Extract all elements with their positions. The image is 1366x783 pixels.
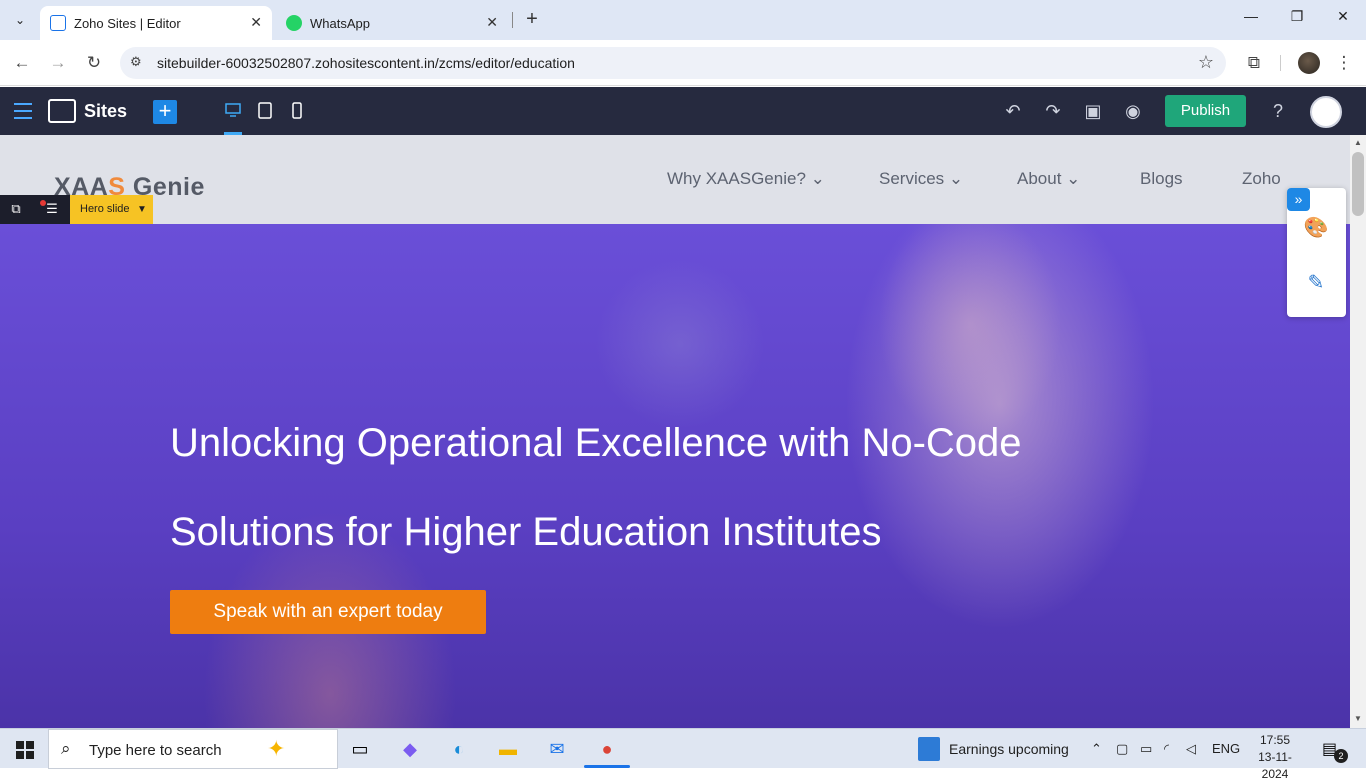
more-menu-icon[interactable]: ⋮ (1332, 51, 1356, 75)
profile-avatar[interactable] (1298, 52, 1320, 74)
language-indicator[interactable]: ENG (1212, 741, 1240, 756)
speak-with-expert-button[interactable]: Speak with an expert today (170, 590, 486, 634)
chrome-icon[interactable]: ● (593, 735, 621, 763)
hero-heading[interactable]: Unlocking Operational Excellence with No… (170, 399, 1070, 577)
desktop-view-icon[interactable] (224, 101, 242, 121)
page-scrollbar[interactable] (1350, 135, 1366, 728)
hero-heading-line2: Solutions for Higher Education Institute… (170, 510, 882, 554)
browser-tab-strip: ⌄ Zoho Sites | Editor ✕ WhatsApp ✕ + — ❐… (0, 0, 1366, 40)
address-bar-row: ← → ↻ ⚙ sitebuilder-60032502807.zohosite… (0, 40, 1366, 86)
expand-panel-icon[interactable]: » (1287, 188, 1310, 211)
editor-canvas: XAAS Genie Why XAASGenie? ⌄ Services ⌄ A… (0, 135, 1350, 728)
tab-whatsapp[interactable]: WhatsApp ✕ (276, 6, 508, 40)
restore-button[interactable]: ❐ (1274, 8, 1320, 32)
tab-search-button[interactable]: ⌄ (8, 8, 32, 32)
user-avatar[interactable] (1310, 96, 1342, 128)
windows-taskbar: ⌕ Type here to search ✦ ▭ ◆ ◐ ▬ ✉ ● Earn… (0, 728, 1366, 781)
zoho-sites-favicon (50, 15, 66, 31)
site-header[interactable]: XAAS Genie Why XAASGenie? ⌄ Services ⌄ A… (0, 135, 1350, 224)
hero-section[interactable]: Unlocking Operational Excellence with No… (0, 224, 1350, 728)
forward-button[interactable]: → (46, 51, 70, 75)
task-view-icon[interactable]: ▭ (346, 735, 374, 763)
editor-toolbar: Sites + ↶ ↷ ▣ ◉ Publish ? (0, 87, 1366, 135)
taskbar-search-box[interactable]: ⌕ Type here to search ✦ (48, 729, 338, 769)
volume-icon[interactable]: ◁ (1186, 741, 1196, 757)
search-placeholder: Type here to search (89, 742, 222, 759)
notification-dot (40, 200, 46, 206)
toolbar-divider (1280, 55, 1281, 71)
new-tab-button[interactable]: + (520, 8, 544, 32)
hero-heading-line1: Unlocking Operational Excellence with No… (170, 421, 1022, 465)
tab-divider (512, 12, 513, 28)
extensions-icon[interactable]: ⧉ (1242, 51, 1266, 75)
system-clock[interactable]: 17:55 13-11-2024 (1250, 732, 1300, 783)
nav-services[interactable]: Services ⌄ (879, 169, 963, 189)
mail-icon[interactable]: ✉ (543, 735, 571, 763)
nav-about[interactable]: About ⌄ (1017, 169, 1080, 189)
edge-icon[interactable]: ◐ (445, 735, 473, 763)
section-settings-icon[interactable]: ☰ (44, 201, 60, 217)
reload-button[interactable]: ↻ (82, 51, 106, 75)
clock-date: 13-11-2024 (1258, 750, 1292, 781)
undo-icon[interactable]: ↶ (1001, 99, 1025, 123)
url-text[interactable]: sitebuilder-60032502807.zohositescontent… (157, 55, 575, 71)
copilot-icon[interactable]: ◆ (396, 735, 424, 763)
add-element-button[interactable]: + (153, 100, 177, 124)
tab-zoho-sites-editor[interactable]: Zoho Sites | Editor ✕ (40, 6, 272, 40)
tab-title: Zoho Sites | Editor (74, 15, 181, 31)
nav-blogs[interactable]: Blogs (1140, 169, 1183, 189)
show-hidden-icons[interactable]: ⌃ (1091, 741, 1102, 757)
battery-icon[interactable]: ▭ (1140, 741, 1152, 757)
redo-icon[interactable]: ↷ (1041, 99, 1065, 123)
scroll-up-arrow[interactable]: ▲ (1354, 138, 1362, 147)
scroll-thumb[interactable] (1352, 152, 1364, 216)
news-widget-icon[interactable] (918, 737, 940, 761)
help-icon[interactable]: ? (1266, 99, 1290, 123)
clock-time: 17:55 (1259, 733, 1291, 747)
notification-count-badge: 2 (1334, 749, 1348, 763)
scroll-down-arrow[interactable]: ▼ (1354, 714, 1362, 723)
caret-down-icon: ▼ (137, 204, 147, 215)
publish-button[interactable]: Publish (1165, 95, 1246, 127)
save-icon[interactable]: ▣ (1081, 99, 1105, 123)
back-button[interactable]: ← (10, 51, 34, 75)
whatsapp-icon (286, 15, 302, 31)
mobile-view-icon[interactable] (288, 101, 306, 121)
search-icon: ⌕ (61, 739, 71, 758)
design-palette-icon[interactable]: 🎨 (1303, 215, 1329, 241)
close-icon[interactable]: ✕ (250, 14, 262, 31)
bookmark-star-icon[interactable]: ☆ (1198, 52, 1214, 73)
tablet-view-icon[interactable] (256, 101, 274, 121)
news-widget-text[interactable]: Earnings upcoming (949, 741, 1069, 757)
section-toolbar: ⧉ ☰ (0, 195, 70, 224)
section-type-label: Hero slide (80, 203, 130, 215)
hamburger-menu-icon[interactable] (14, 103, 32, 119)
minimize-button[interactable]: — (1228, 8, 1274, 32)
close-window-button[interactable]: ✕ (1320, 8, 1366, 32)
omnibox[interactable]: ⚙ sitebuilder-60032502807.zohositesconte… (120, 47, 1226, 79)
close-icon[interactable]: ✕ (486, 14, 498, 31)
site-info-icon[interactable]: ⚙ (130, 54, 142, 70)
sparkle-icon: ✦ (267, 736, 286, 761)
duplicate-section-icon[interactable]: ⧉ (8, 201, 24, 217)
edit-content-icon[interactable]: ✎ (1303, 270, 1329, 296)
app-title: Sites (84, 101, 128, 121)
sites-logo-icon (48, 99, 76, 123)
nav-why-xaasgenie[interactable]: Why XAASGenie? ⌄ (667, 169, 825, 189)
wifi-icon[interactable]: ◜ (1164, 741, 1169, 757)
file-explorer-icon[interactable]: ▬ (494, 735, 522, 763)
preview-eye-icon[interactable]: ◉ (1121, 99, 1145, 123)
tab-title: WhatsApp (310, 15, 370, 31)
section-type-dropdown[interactable]: Hero slide ▼ (70, 195, 153, 224)
windows-start-icon[interactable] (16, 741, 34, 759)
nav-zoho[interactable]: Zoho (1242, 169, 1281, 189)
meet-now-icon[interactable]: ▢ (1116, 741, 1128, 757)
